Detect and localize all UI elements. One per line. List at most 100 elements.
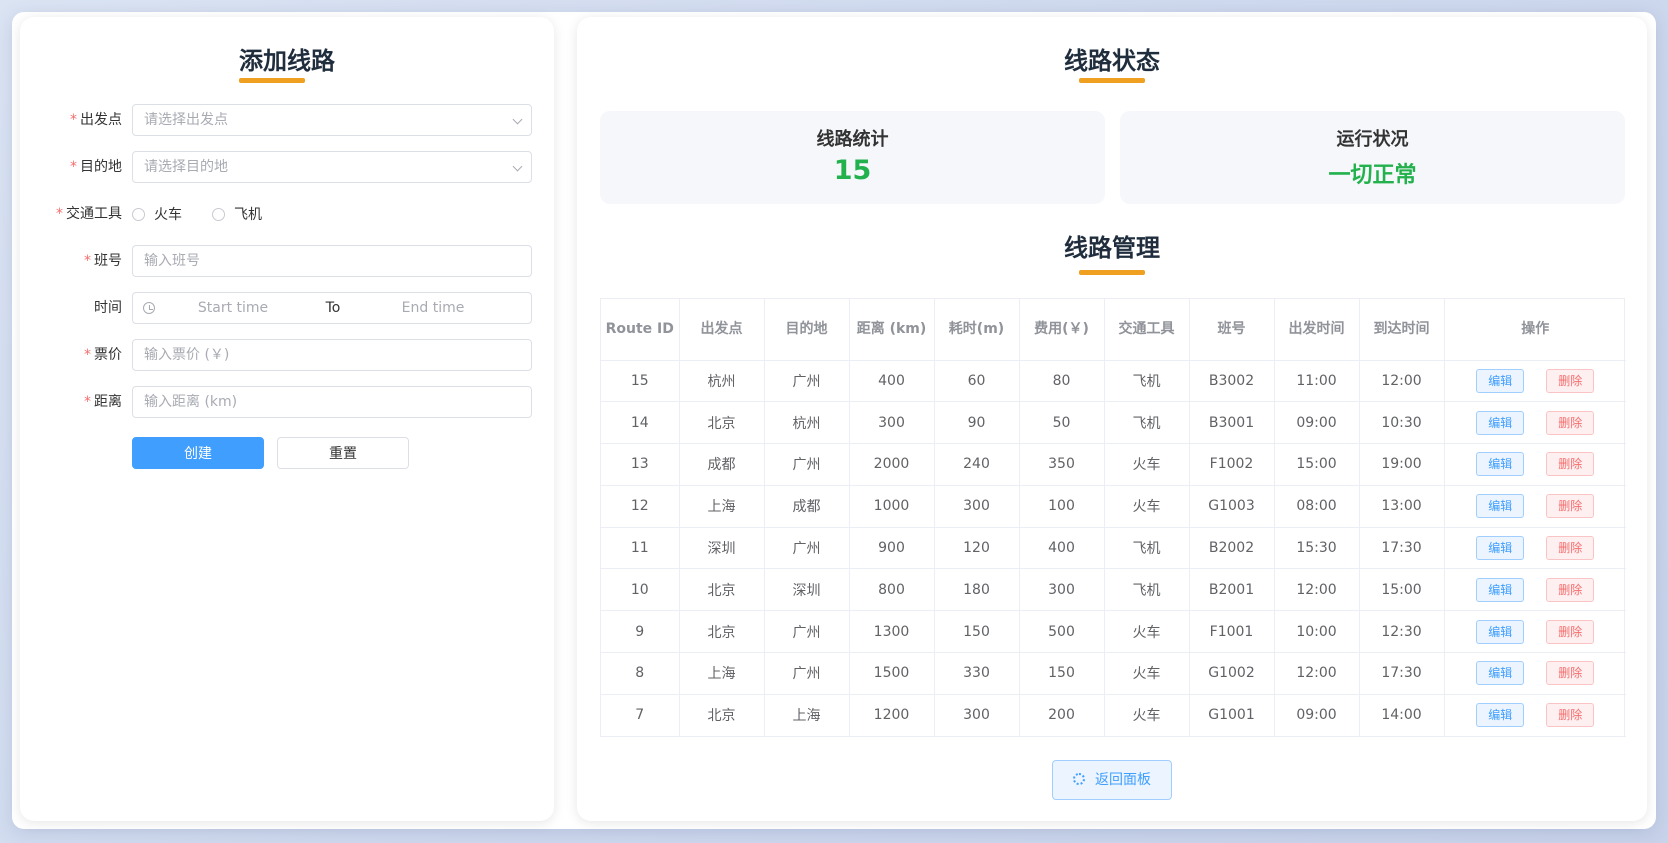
- delete-button[interactable]: 删除: [1546, 410, 1595, 435]
- delete-button[interactable]: 删除: [1546, 577, 1595, 602]
- edit-button[interactable]: 编辑: [1476, 410, 1525, 435]
- table-row: 8 上海 广州 1500 330 150 火车 G1002 12:00 17:30 编辑 删除: [601, 652, 1626, 695]
- table-row: 13 成都 广州 2000 240 350 火车 F1002 15:00 19:00 编辑 删除: [601, 443, 1626, 486]
- gear-icon: [1073, 773, 1085, 785]
- edit-button[interactable]: 编辑: [1476, 619, 1525, 644]
- edit-button[interactable]: 编辑: [1476, 703, 1525, 728]
- table-cell: B2001: [1189, 568, 1275, 612]
- delete-button[interactable]: 删除: [1546, 619, 1595, 644]
- title-underline: [239, 78, 305, 83]
- distance-row: * 距离 输入距离 (km): [20, 386, 554, 418]
- table-cell: 广州: [764, 443, 850, 486]
- distance-placeholder: 输入距离 (km): [144, 394, 238, 410]
- price-label: 票价: [94, 347, 122, 363]
- table-cell: 800: [849, 568, 935, 612]
- edit-button[interactable]: 编辑: [1476, 536, 1525, 561]
- table-cell: 广州: [764, 360, 850, 403]
- route-count-label: 线路统计: [816, 129, 889, 150]
- edit-button[interactable]: 编辑: [1476, 368, 1525, 393]
- edit-button[interactable]: 编辑: [1476, 494, 1525, 519]
- column-header: 出发点: [679, 299, 765, 361]
- destination-select[interactable]: 请选择目的地: [132, 151, 532, 183]
- table-cell: 1300: [849, 610, 935, 654]
- route-manage-title: 线路管理: [1064, 234, 1160, 262]
- table-header: Route ID 出发点 目的地 距离 (km) 耗时(m) 费用(￥) 交通工具 班号 出发时…: [601, 299, 1626, 361]
- edit-button[interactable]: 编辑: [1476, 661, 1525, 686]
- table-cell: 300: [934, 694, 1020, 737]
- table-cell: 10:30: [1359, 401, 1445, 445]
- origin-select[interactable]: 请选择出发点: [132, 104, 532, 136]
- table-cell: 1500: [849, 652, 935, 695]
- destination-label: 目的地: [80, 159, 122, 175]
- table-row: 7 北京 上海 1200 300 200 火车 G1001 09:00 14:00 编辑 删除: [601, 694, 1626, 737]
- origin-label: 出发点: [80, 112, 122, 128]
- actions-cell: 编辑 删除: [1444, 360, 1626, 403]
- back-to-dashboard-button[interactable]: 返回面板: [1052, 760, 1172, 800]
- end-time[interactable]: End time: [373, 293, 493, 323]
- route-table: Route ID 出发点 目的地 距离 (km) 耗时(m) 费用(￥) 交通工具 班号 出发时…: [600, 298, 1626, 737]
- required-mark: *: [70, 112, 77, 128]
- table-cell: F1002: [1189, 443, 1275, 486]
- table-cell: 广州: [764, 610, 850, 654]
- table-cell: 11: [601, 527, 680, 570]
- table-cell: 杭州: [764, 401, 850, 445]
- start-time[interactable]: Start time: [173, 293, 293, 323]
- table-row: 9 北京 广州 1300 150 500 火车 F1001 10:00 12:30 编辑 删除: [601, 610, 1626, 654]
- radio-plane[interactable]: 飞机: [212, 204, 262, 224]
- time-label: 时间: [94, 300, 122, 316]
- number-input[interactable]: 输入班号: [132, 245, 532, 277]
- table-cell: 12: [601, 485, 680, 528]
- delete-button[interactable]: 删除: [1546, 703, 1595, 728]
- table-cell: 杭州: [679, 360, 765, 403]
- required-mark: *: [56, 206, 63, 222]
- radio-train[interactable]: 火车: [132, 204, 182, 224]
- delete-button[interactable]: 删除: [1546, 452, 1595, 477]
- table-cell: 12:30: [1359, 610, 1445, 654]
- edit-button[interactable]: 编辑: [1476, 452, 1525, 477]
- distance-label: 距离: [94, 394, 122, 410]
- table-cell: 1200: [849, 694, 935, 737]
- table-cell: 火车: [1104, 610, 1190, 654]
- reset-button[interactable]: 重置: [277, 437, 409, 469]
- destination-row: * 目的地 请选择目的地: [20, 151, 554, 183]
- table-cell: 上海: [764, 694, 850, 737]
- delete-button[interactable]: 删除: [1546, 536, 1595, 561]
- price-placeholder: 输入票价 (￥): [144, 347, 230, 363]
- delete-button[interactable]: 删除: [1546, 494, 1595, 519]
- table-row: 12 上海 成都 1000 300 100 火车 G1003 08:00 13:00 编辑 删除: [601, 485, 1626, 528]
- time-range-picker[interactable]: Start time To End time: [132, 292, 532, 324]
- price-input[interactable]: 输入票价 (￥): [132, 339, 532, 371]
- table-cell: 成都: [764, 485, 850, 528]
- column-header: 目的地: [764, 299, 850, 361]
- table-cell: 300: [1019, 568, 1105, 612]
- table-cell: 15: [601, 360, 680, 403]
- actions-cell: 编辑 删除: [1444, 652, 1626, 695]
- radio-circle-icon: [212, 207, 225, 221]
- table-cell: 350: [1019, 443, 1105, 486]
- edit-button[interactable]: 编辑: [1476, 577, 1525, 602]
- table-cell: 300: [849, 401, 935, 445]
- delete-button[interactable]: 删除: [1546, 368, 1595, 393]
- route-status-title: 线路状态: [1064, 47, 1160, 75]
- number-row: * 班号 输入班号: [20, 245, 554, 277]
- table-cell: 17:30: [1359, 652, 1445, 695]
- table-cell: 09:00: [1274, 694, 1360, 737]
- route-count-card: 线路统计 15: [600, 111, 1105, 204]
- table-cell: 400: [849, 360, 935, 403]
- table-cell: 900: [849, 527, 935, 570]
- table-cell: 11:00: [1274, 360, 1360, 403]
- create-button[interactable]: 创建: [132, 437, 264, 469]
- actions-cell: 编辑 删除: [1444, 610, 1626, 654]
- required-mark: *: [70, 159, 77, 175]
- table-cell: 飞机: [1104, 401, 1190, 445]
- distance-input[interactable]: 输入距离 (km): [132, 386, 532, 418]
- actions-cell: 编辑 删除: [1444, 527, 1626, 570]
- delete-button[interactable]: 删除: [1546, 661, 1595, 686]
- back-button-label: 返回面板: [1095, 772, 1151, 788]
- radio-plane-label: 飞机: [234, 207, 262, 223]
- table-cell: B3002: [1189, 360, 1275, 403]
- actions-cell: 编辑 删除: [1444, 443, 1626, 486]
- origin-row: * 出发点 请选择出发点: [20, 104, 554, 136]
- required-mark: *: [84, 253, 91, 269]
- table-cell: 10:00: [1274, 610, 1360, 654]
